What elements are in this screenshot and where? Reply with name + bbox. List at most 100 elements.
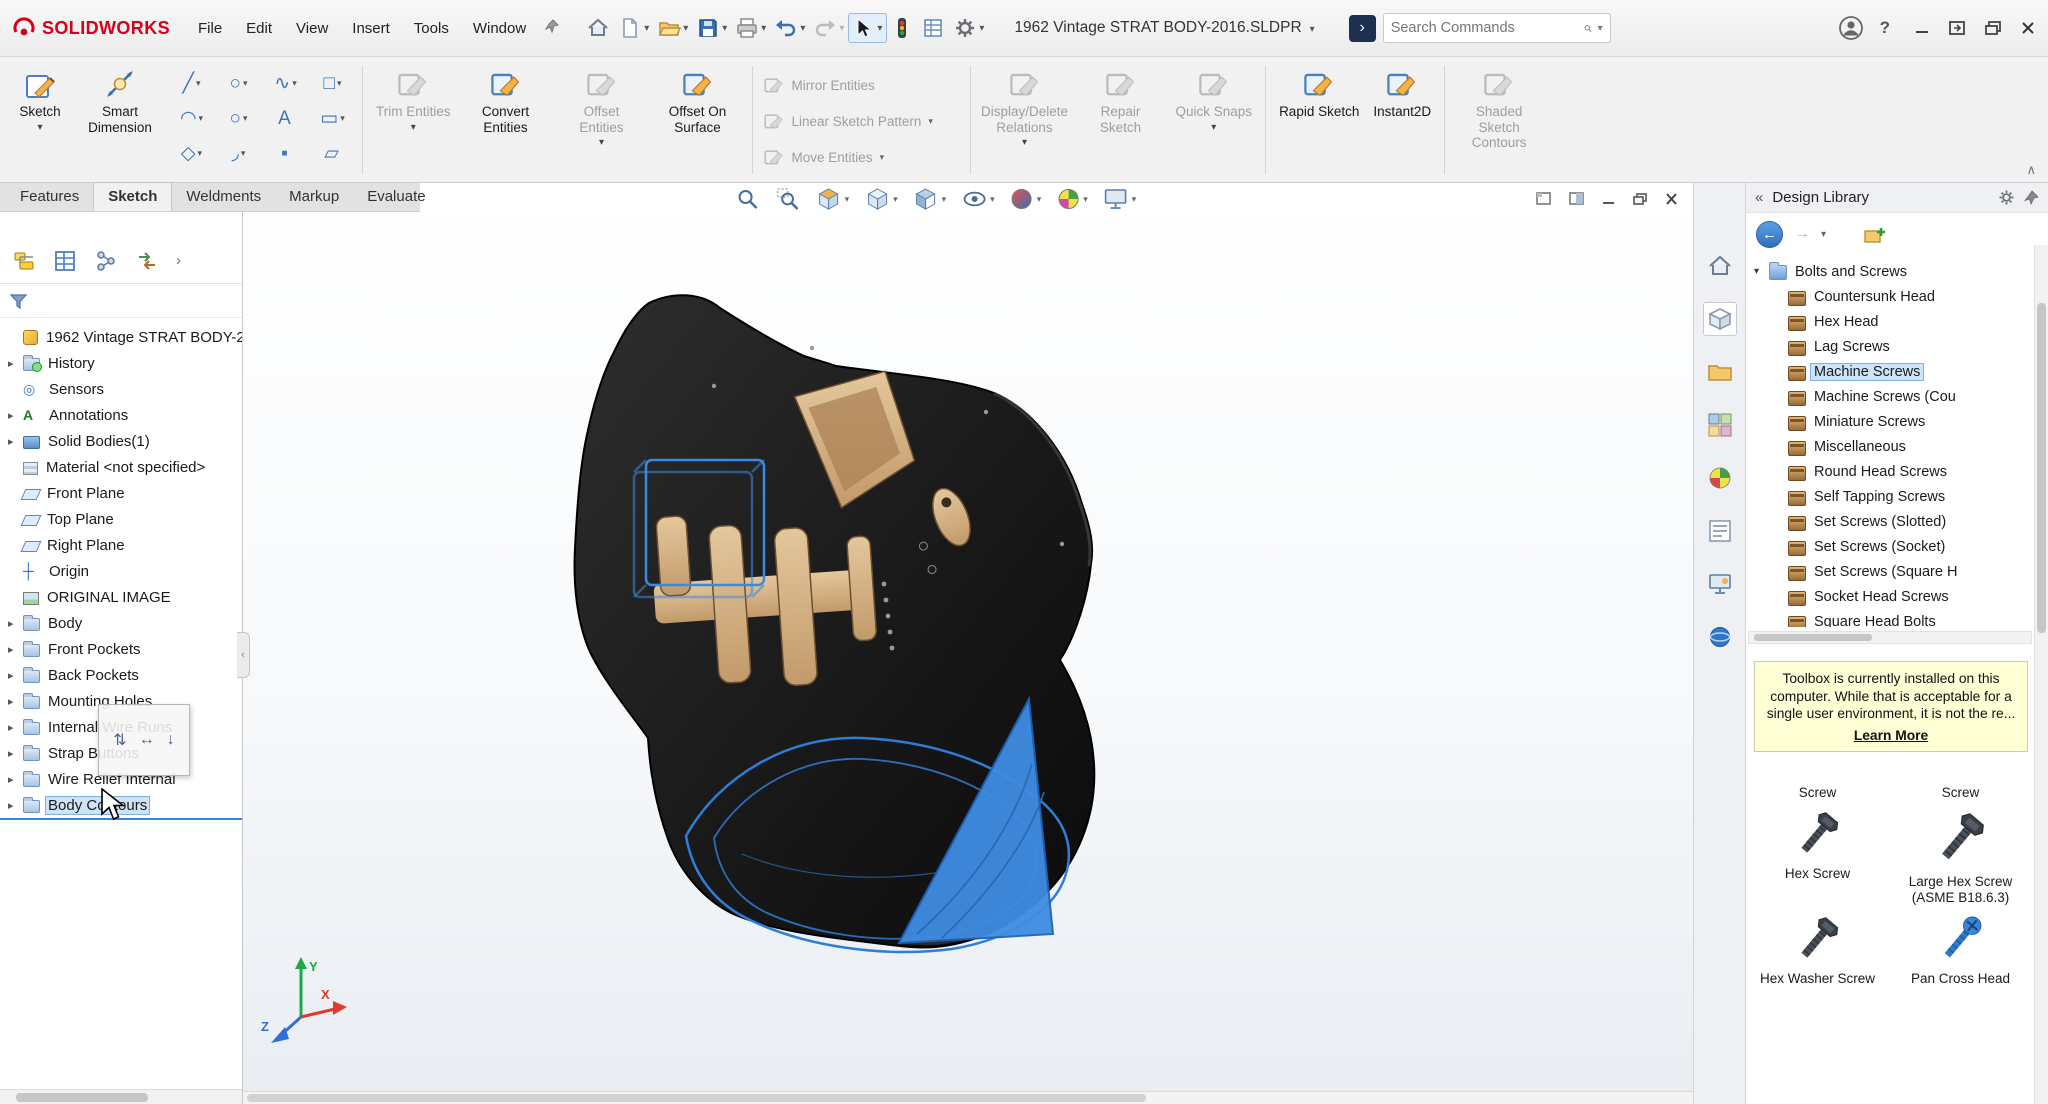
library-folder-item[interactable]: Machine Screws (Cou <box>1754 384 2034 409</box>
feature-tree-item[interactable]: Front Plane <box>0 480 242 506</box>
library-thumbnail[interactable]: Screw <box>1748 773 1888 801</box>
account-icon[interactable] <box>1838 15 1864 41</box>
filter-funnel-icon[interactable] <box>9 292 28 310</box>
expand-icon[interactable]: ▸ <box>8 409 23 422</box>
dropdown-icon[interactable]: ▾ <box>979 23 984 34</box>
ribbon-command-button[interactable]: Trim Entities ▾ <box>369 60 458 182</box>
add-to-library-icon[interactable] <box>1863 223 1887 245</box>
library-thumbnail[interactable]: Hex Screw <box>1748 805 1888 906</box>
ribbon-tab[interactable]: Features <box>6 183 93 211</box>
feature-tree-tab-icon[interactable] <box>12 249 36 273</box>
menu-item[interactable]: View <box>284 13 340 44</box>
feature-tree-item[interactable]: Origin <box>0 558 242 584</box>
ribbon-command-button[interactable]: Quick Snaps ▾ <box>1169 60 1260 182</box>
split-window-icon[interactable] <box>1568 191 1585 206</box>
dropdown-icon[interactable]: ▾ <box>990 194 995 205</box>
expand-icon[interactable]: ▸ <box>8 357 23 370</box>
search-icon[interactable] <box>1584 21 1592 36</box>
ellipse-tool[interactable]: ○ ▾ <box>215 101 262 136</box>
library-folder-item[interactable]: Lag Screws <box>1754 334 2034 359</box>
feature-tree-item[interactable]: Sensors <box>0 376 242 402</box>
scrollbar-thumb[interactable] <box>16 1093 148 1102</box>
ribbon-command-button[interactable]: Shaded Sketch Contours <box>1451 60 1547 182</box>
dropdown-icon[interactable]: ▾ <box>37 122 42 133</box>
feature-tree-item[interactable]: ▸ Solid Bodies(1) <box>0 428 242 454</box>
feature-tree-item[interactable]: Right Plane <box>0 532 242 558</box>
feature-tree-item[interactable]: ▸ Annotations <box>0 402 242 428</box>
fillet-tool[interactable]: ◞ ▾ <box>215 136 262 171</box>
interference-check-button[interactable] <box>887 13 917 43</box>
library-thumbnail[interactable]: Large Hex Screw (ASME B18.6.3) <box>1891 805 2031 906</box>
panel-flyout-chevron-icon[interactable]: › <box>176 252 181 269</box>
library-thumbnail[interactable]: Screw <box>1891 773 2031 801</box>
view-palette-icon[interactable] <box>1703 408 1737 442</box>
display-style-icon[interactable]: ▾ <box>913 186 947 212</box>
feature-tree-item[interactable]: ▸ Body <box>0 610 242 636</box>
back-button[interactable]: ← <box>1756 221 1783 248</box>
appearances-icon[interactable]: ▾ <box>1010 187 1042 211</box>
menu-item[interactable]: Insert <box>340 13 402 44</box>
slot-tool[interactable]: ▭ ▾ <box>309 101 356 136</box>
scrollbar-thumb[interactable] <box>2037 303 2046 633</box>
feature-tree-item[interactable]: ▸ Back Pockets <box>0 662 242 688</box>
new-window-icon[interactable] <box>1535 191 1552 206</box>
resources-home-icon[interactable] <box>1703 249 1737 283</box>
ribbon-command-button[interactable]: Instant2D <box>1366 60 1438 182</box>
library-folder-item[interactable]: Hex Head <box>1754 309 2034 334</box>
library-folder-item[interactable]: Miniature Screws <box>1754 409 2034 434</box>
line-tool[interactable]: ╱ ▾ <box>168 66 215 101</box>
ribbon-command-button[interactable]: Mirror Entities <box>759 72 964 98</box>
panel-options-gear-icon[interactable] <box>1998 189 2015 206</box>
feature-tree-item[interactable]: Material <not specified> <box>0 454 242 480</box>
home-button[interactable] <box>582 13 614 43</box>
viewport-horizontal-scrollbar[interactable] <box>243 1091 1693 1104</box>
library-folder-item[interactable]: Round Head Screws <box>1754 459 2034 484</box>
collapse-icon[interactable]: ▾ <box>1754 266 1769 277</box>
scrollbar-thumb[interactable] <box>247 1094 1146 1102</box>
panel-collapse-handle[interactable]: ‹ <box>237 632 250 678</box>
doc-switch-dropdown-icon[interactable]: ▾ <box>1310 24 1315 35</box>
dropdown-icon[interactable]: ▾ <box>722 23 727 34</box>
appearances-scenes-icon[interactable] <box>1703 461 1737 495</box>
select-tool-button[interactable]: ▾ <box>848 13 887 43</box>
save-button[interactable]: ▾ <box>692 13 731 43</box>
menu-item[interactable]: File <box>186 13 234 44</box>
circle-tool[interactable]: ○ ▾ <box>215 66 262 101</box>
close-window-icon[interactable] <box>2020 20 2036 36</box>
library-horizontal-scrollbar[interactable] <box>1748 631 2032 644</box>
open-document-button[interactable]: ▾ <box>653 13 692 43</box>
guitar-body-model[interactable] <box>562 294 1110 954</box>
hide-show-items-icon[interactable]: ▾ <box>961 188 995 210</box>
expand-icon[interactable]: ▸ <box>8 435 23 448</box>
point-tool[interactable]: ▪ <box>262 136 309 171</box>
dropdown-icon[interactable]: ▾ <box>1132 194 1137 205</box>
settings-gear-button[interactable]: ▾ <box>949 13 988 43</box>
library-folder-item[interactable]: Self Tapping Screws <box>1754 484 2034 509</box>
menu-pin-icon[interactable] <box>544 18 560 38</box>
menu-item[interactable]: Window <box>461 13 538 44</box>
library-folder-item[interactable]: Countersunk Head <box>1754 284 2034 309</box>
dropdown-icon[interactable]: ▾ <box>800 23 805 34</box>
edit-appearance-icon[interactable]: ▾ <box>1056 187 1088 211</box>
ribbon-command-button[interactable]: Convert Entities <box>458 60 554 182</box>
learn-more-link[interactable]: Learn More <box>1854 727 1928 745</box>
spline-tool[interactable]: ∿ ▾ <box>262 66 309 101</box>
expand-icon[interactable]: ▸ <box>8 747 23 760</box>
feature-tree-item[interactable]: 1962 Vintage STRAT BODY-20 <box>0 324 242 350</box>
plane-tool[interactable]: ▱ <box>309 136 356 171</box>
zoom-fit-icon[interactable] <box>736 187 761 212</box>
expand-icon[interactable]: ▸ <box>8 617 23 630</box>
dropdown-icon[interactable]: ▾ <box>845 194 850 205</box>
search-input[interactable] <box>1391 20 1578 36</box>
library-folder-item[interactable]: Set Screws (Slotted) <box>1754 509 2034 534</box>
feature-tree-item[interactable]: ▸ Front Pockets <box>0 636 242 662</box>
restore-doc-icon[interactable] <box>1632 192 1648 206</box>
dropdown-icon[interactable]: ▾ <box>893 194 898 205</box>
forward-button[interactable]: → <box>1794 225 1810 243</box>
search-dropdown-icon[interactable]: ▾ <box>1598 23 1603 34</box>
print-button[interactable]: ▾ <box>731 13 770 43</box>
section-view-icon[interactable]: ▾ <box>816 186 850 212</box>
library-folder-item[interactable]: Socket Head Screws <box>1754 584 2034 609</box>
polygon-tool[interactable]: ◇ ▾ <box>168 136 215 171</box>
text-tool[interactable]: A <box>262 101 309 136</box>
